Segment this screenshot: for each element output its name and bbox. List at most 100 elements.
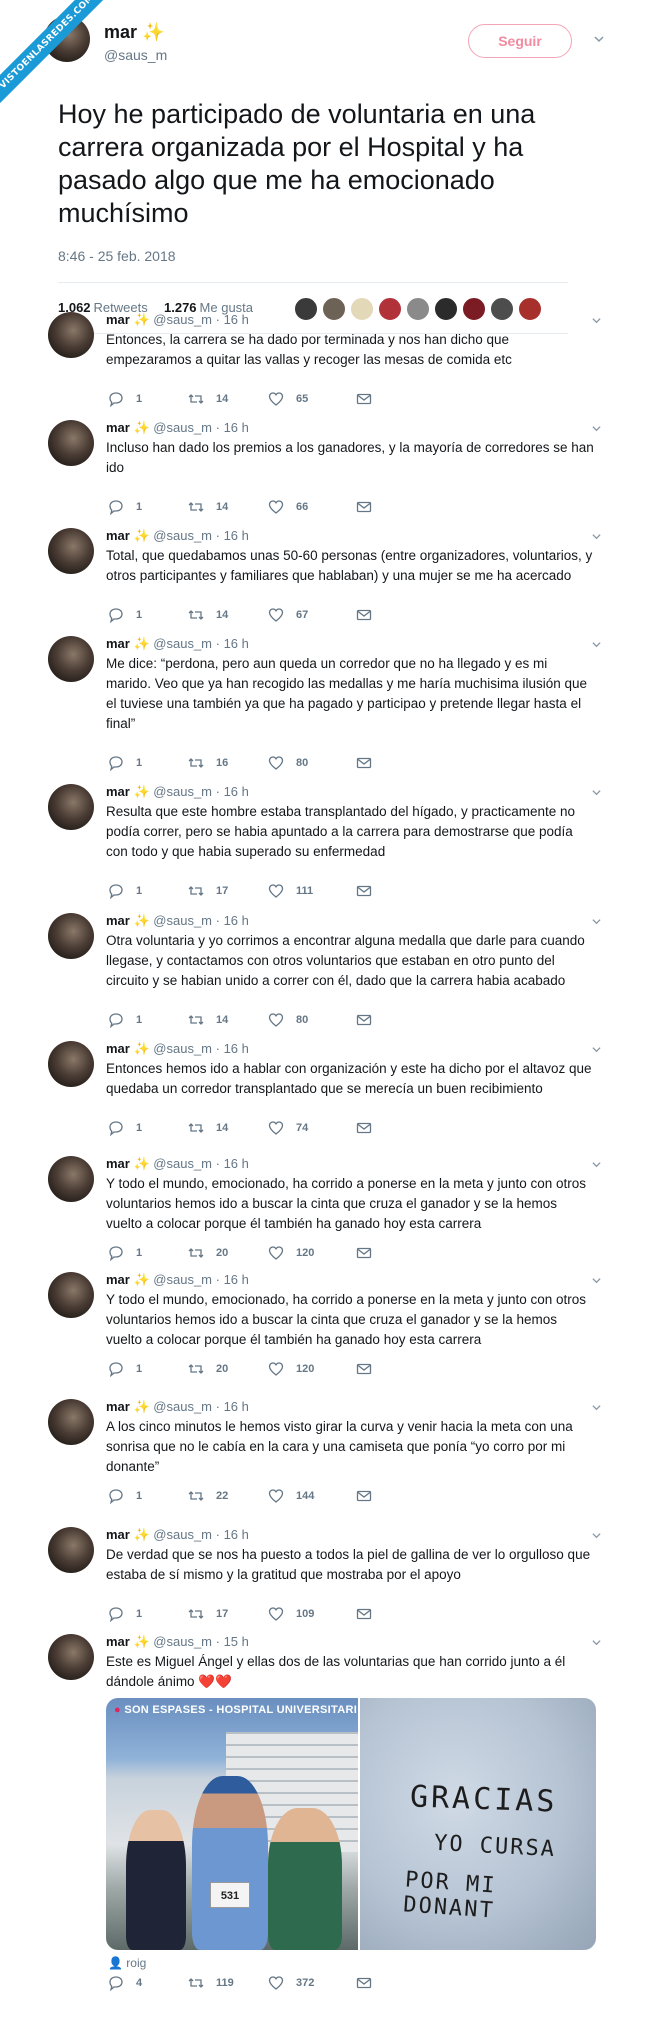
chevron-down-icon[interactable] xyxy=(592,1403,601,1412)
reply-tweet[interactable]: mar ✨ @saus_m · 15 h Este es Miguel Ángel… xyxy=(48,1634,608,1998)
direct-message-button[interactable] xyxy=(356,390,384,408)
photo-runners[interactable]: 531 ● SON ESPASES - HOSPITAL UNIVERSITARI xyxy=(106,1698,358,1950)
chevron-down-icon[interactable] xyxy=(592,424,601,433)
retweet-button[interactable]: 20 xyxy=(188,1244,228,1262)
avatar[interactable] xyxy=(48,1634,94,1680)
tweet-time[interactable]: 16 h xyxy=(224,1272,249,1287)
like-button[interactable]: 120 xyxy=(268,1360,314,1378)
avatar[interactable] xyxy=(48,420,94,466)
reply-button[interactable]: 1 xyxy=(108,1011,142,1029)
display-name[interactable]: mar xyxy=(106,636,130,651)
direct-message-button[interactable] xyxy=(356,1119,384,1137)
chevron-down-icon[interactable] xyxy=(592,316,601,325)
user-handle[interactable]: @saus_m xyxy=(153,420,212,435)
chevron-down-icon[interactable] xyxy=(592,1638,601,1647)
direct-message-button[interactable] xyxy=(356,882,384,900)
tweet-time[interactable]: 16 h xyxy=(224,913,249,928)
reply-tweet[interactable]: mar ✨ @saus_m · 16 h A los cinco minutos … xyxy=(48,1399,608,1511)
tweet-time[interactable]: 16 h xyxy=(224,1041,249,1056)
reply-button[interactable]: 1 xyxy=(108,498,142,516)
user-handle[interactable]: @saus_m xyxy=(153,1634,212,1649)
retweet-button[interactable]: 17 xyxy=(188,1605,228,1623)
tagged-user[interactable]: 👤 roig xyxy=(108,1956,146,1970)
tweet-time[interactable]: 16 h xyxy=(224,528,249,543)
reply-tweet[interactable]: mar ✨ @saus_m · 16 h De verdad que se nos… xyxy=(48,1527,608,1629)
chevron-down-icon[interactable] xyxy=(592,640,601,649)
like-button[interactable]: 65 xyxy=(268,390,308,408)
user-handle[interactable]: @saus_m xyxy=(153,913,212,928)
display-name[interactable]: mar xyxy=(106,784,130,799)
tweet-time[interactable]: 16 h xyxy=(224,1399,249,1414)
reply-button[interactable]: 1 xyxy=(108,606,142,624)
tweet-time[interactable]: 16 h xyxy=(224,312,249,327)
tweet-time[interactable]: 16 h xyxy=(224,1156,249,1171)
reply-tweet[interactable]: mar ✨ @saus_m · 16 h Y todo el mundo, emo… xyxy=(48,1156,608,1268)
chevron-down-icon[interactable] xyxy=(594,34,604,44)
retweet-button[interactable]: 14 xyxy=(188,1011,228,1029)
chevron-down-icon[interactable] xyxy=(592,1045,601,1054)
tweet-time[interactable]: 16 h xyxy=(224,784,249,799)
direct-message-button[interactable] xyxy=(356,1244,384,1262)
like-button[interactable]: 111 xyxy=(268,882,313,900)
display-name[interactable]: mar xyxy=(106,1634,130,1649)
reply-button[interactable]: 1 xyxy=(108,882,142,900)
direct-message-button[interactable] xyxy=(356,498,384,516)
retweet-button[interactable]: 16 xyxy=(188,754,228,772)
tweet-time[interactable]: 16 h xyxy=(224,420,249,435)
display-name[interactable]: mar xyxy=(106,1041,130,1056)
retweet-button[interactable]: 119 xyxy=(188,1974,234,1992)
like-button[interactable]: 80 xyxy=(268,1011,308,1029)
avatar[interactable] xyxy=(48,312,94,358)
display-name[interactable]: mar xyxy=(106,312,130,327)
photo-shirt[interactable]: GRACIAS YO CURSA POR MI DONANT xyxy=(360,1698,596,1950)
direct-message-button[interactable] xyxy=(356,606,384,624)
direct-message-button[interactable] xyxy=(356,1974,384,1992)
chevron-down-icon[interactable] xyxy=(592,917,601,926)
chevron-down-icon[interactable] xyxy=(592,788,601,797)
avatar[interactable] xyxy=(48,913,94,959)
user-handle[interactable]: @saus_m xyxy=(153,1272,212,1287)
display-name[interactable]: mar xyxy=(106,1399,130,1414)
user-handle[interactable]: @saus_m xyxy=(153,636,212,651)
direct-message-button[interactable] xyxy=(356,1011,384,1029)
direct-message-button[interactable] xyxy=(356,1487,384,1505)
reply-tweet[interactable]: mar ✨ @saus_m · 16 h Resulta que este hom… xyxy=(48,784,608,906)
reply-tweet[interactable]: mar ✨ @saus_m · 16 h Total, que quedabamo… xyxy=(48,528,608,630)
avatar[interactable] xyxy=(48,784,94,830)
direct-message-button[interactable] xyxy=(356,754,384,772)
avatar[interactable] xyxy=(48,636,94,682)
reply-button[interactable]: 4 xyxy=(108,1974,142,1992)
avatar[interactable] xyxy=(48,528,94,574)
retweet-button[interactable]: 14 xyxy=(188,390,228,408)
retweet-button[interactable]: 14 xyxy=(188,1119,228,1137)
tweet-media[interactable]: 531 ● SON ESPASES - HOSPITAL UNIVERSITARI… xyxy=(106,1698,596,1950)
reply-tweet[interactable]: mar ✨ @saus_m · 16 h Otra voluntaria y yo… xyxy=(48,913,608,1035)
reply-button[interactable]: 1 xyxy=(108,1605,142,1623)
like-button[interactable]: 80 xyxy=(268,754,308,772)
like-button[interactable]: 372 xyxy=(268,1974,314,1992)
retweet-button[interactable]: 17 xyxy=(188,882,228,900)
user-handle[interactable]: @saus_m xyxy=(153,528,212,543)
avatar[interactable] xyxy=(48,1156,94,1202)
reply-button[interactable]: 1 xyxy=(108,390,142,408)
reply-button[interactable]: 1 xyxy=(108,1487,142,1505)
follow-button[interactable]: Seguir xyxy=(468,24,572,58)
chevron-down-icon[interactable] xyxy=(592,532,601,541)
user-handle[interactable]: @saus_m xyxy=(153,1399,212,1414)
like-button[interactable]: 74 xyxy=(268,1119,308,1137)
tweet-time[interactable]: 15 h xyxy=(224,1634,249,1649)
display-name[interactable]: mar xyxy=(106,528,130,543)
reply-tweet[interactable]: mar ✨ @saus_m · 16 h Incluso han dado los… xyxy=(48,420,608,522)
reply-tweet[interactable]: mar ✨ @saus_m · 16 h Me dice: “perdona, p… xyxy=(48,636,608,778)
like-button[interactable]: 144 xyxy=(268,1487,314,1505)
retweet-button[interactable]: 22 xyxy=(188,1487,228,1505)
tagged-user-name[interactable]: roig xyxy=(126,1956,146,1970)
avatar[interactable] xyxy=(48,1041,94,1087)
reply-tweet[interactable]: mar ✨ @saus_m · 16 h Y todo el mundo, emo… xyxy=(48,1272,608,1384)
retweet-button[interactable]: 20 xyxy=(188,1360,228,1378)
reply-button[interactable]: 1 xyxy=(108,1119,142,1137)
reply-button[interactable]: 1 xyxy=(108,1360,142,1378)
display-name[interactable]: mar xyxy=(106,1156,130,1171)
display-name[interactable]: mar xyxy=(106,1527,130,1542)
reply-tweet[interactable]: mar ✨ @saus_m · 16 h Entonces hemos ido a… xyxy=(48,1041,608,1143)
